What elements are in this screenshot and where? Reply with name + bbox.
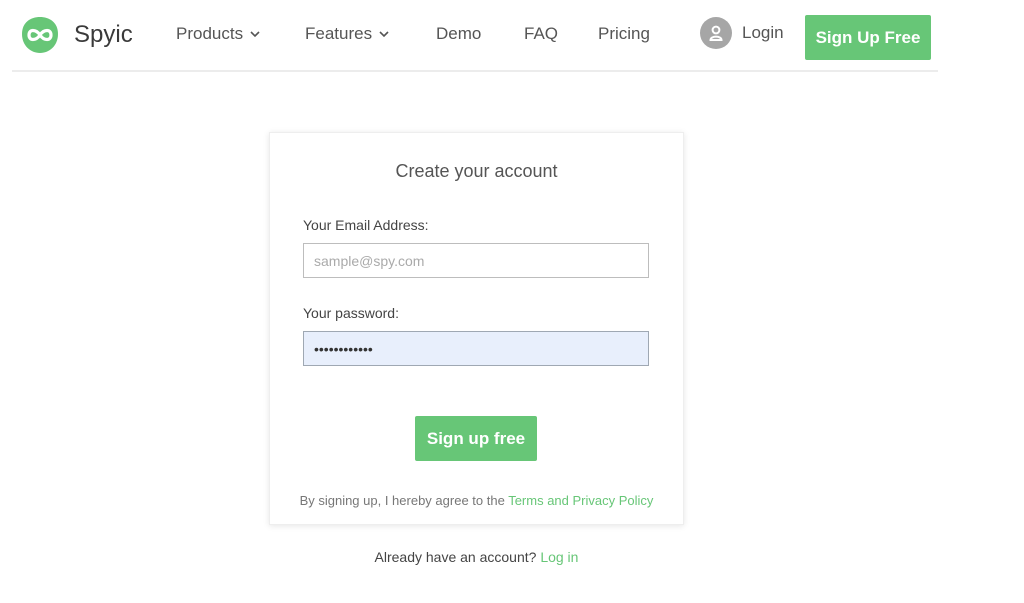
login-label: Login xyxy=(742,23,784,42)
brand-name: Spyic xyxy=(74,21,133,48)
password-label: Your password: xyxy=(303,305,399,321)
password-field[interactable] xyxy=(303,331,649,366)
nav-products[interactable]: Products xyxy=(176,24,261,44)
signup-submit-button[interactable]: Sign up free xyxy=(415,416,537,461)
chevron-down-icon xyxy=(379,31,389,38)
nav-faq-label: FAQ xyxy=(524,24,559,43)
infinity-icon xyxy=(22,17,58,53)
terms-link[interactable]: Terms and Privacy Policy xyxy=(508,493,653,508)
email-field[interactable] xyxy=(303,243,649,278)
signup-free-button[interactable]: Sign Up Free xyxy=(805,15,931,60)
nav-demo-label: Demo xyxy=(436,24,482,43)
nav-pricing[interactable]: Pricing xyxy=(598,24,650,44)
login-bottom-link[interactable]: Log in xyxy=(540,549,578,565)
nav-features[interactable]: Features xyxy=(305,24,390,44)
chevron-down-icon xyxy=(250,31,260,38)
terms-prefix: By signing up, I hereby agree to the xyxy=(299,493,505,508)
nav-pricing-label: Pricing xyxy=(598,24,650,43)
signup-card: Create your account Your Email Address: … xyxy=(269,132,684,525)
nav-products-label: Products xyxy=(176,24,244,43)
form-title: Create your account xyxy=(395,161,558,181)
nav-demo[interactable]: Demo xyxy=(436,24,481,44)
terms-notice: By signing up, I hereby agree to the Ter… xyxy=(270,493,683,508)
email-label: Your Email Address: xyxy=(303,217,429,233)
nav-features-label: Features xyxy=(305,24,373,43)
user-icon xyxy=(700,17,732,49)
login-prompt-text: Already have an account? xyxy=(374,549,537,565)
brand-logo[interactable]: Spyic xyxy=(19,14,133,56)
nav-faq[interactable]: FAQ xyxy=(524,24,558,44)
top-navbar: Spyic Products Features Demo FAQ Pricing… xyxy=(12,0,938,72)
login-prompt: Already have an account? Log in xyxy=(0,549,953,565)
login-link[interactable]: Login xyxy=(700,17,784,49)
